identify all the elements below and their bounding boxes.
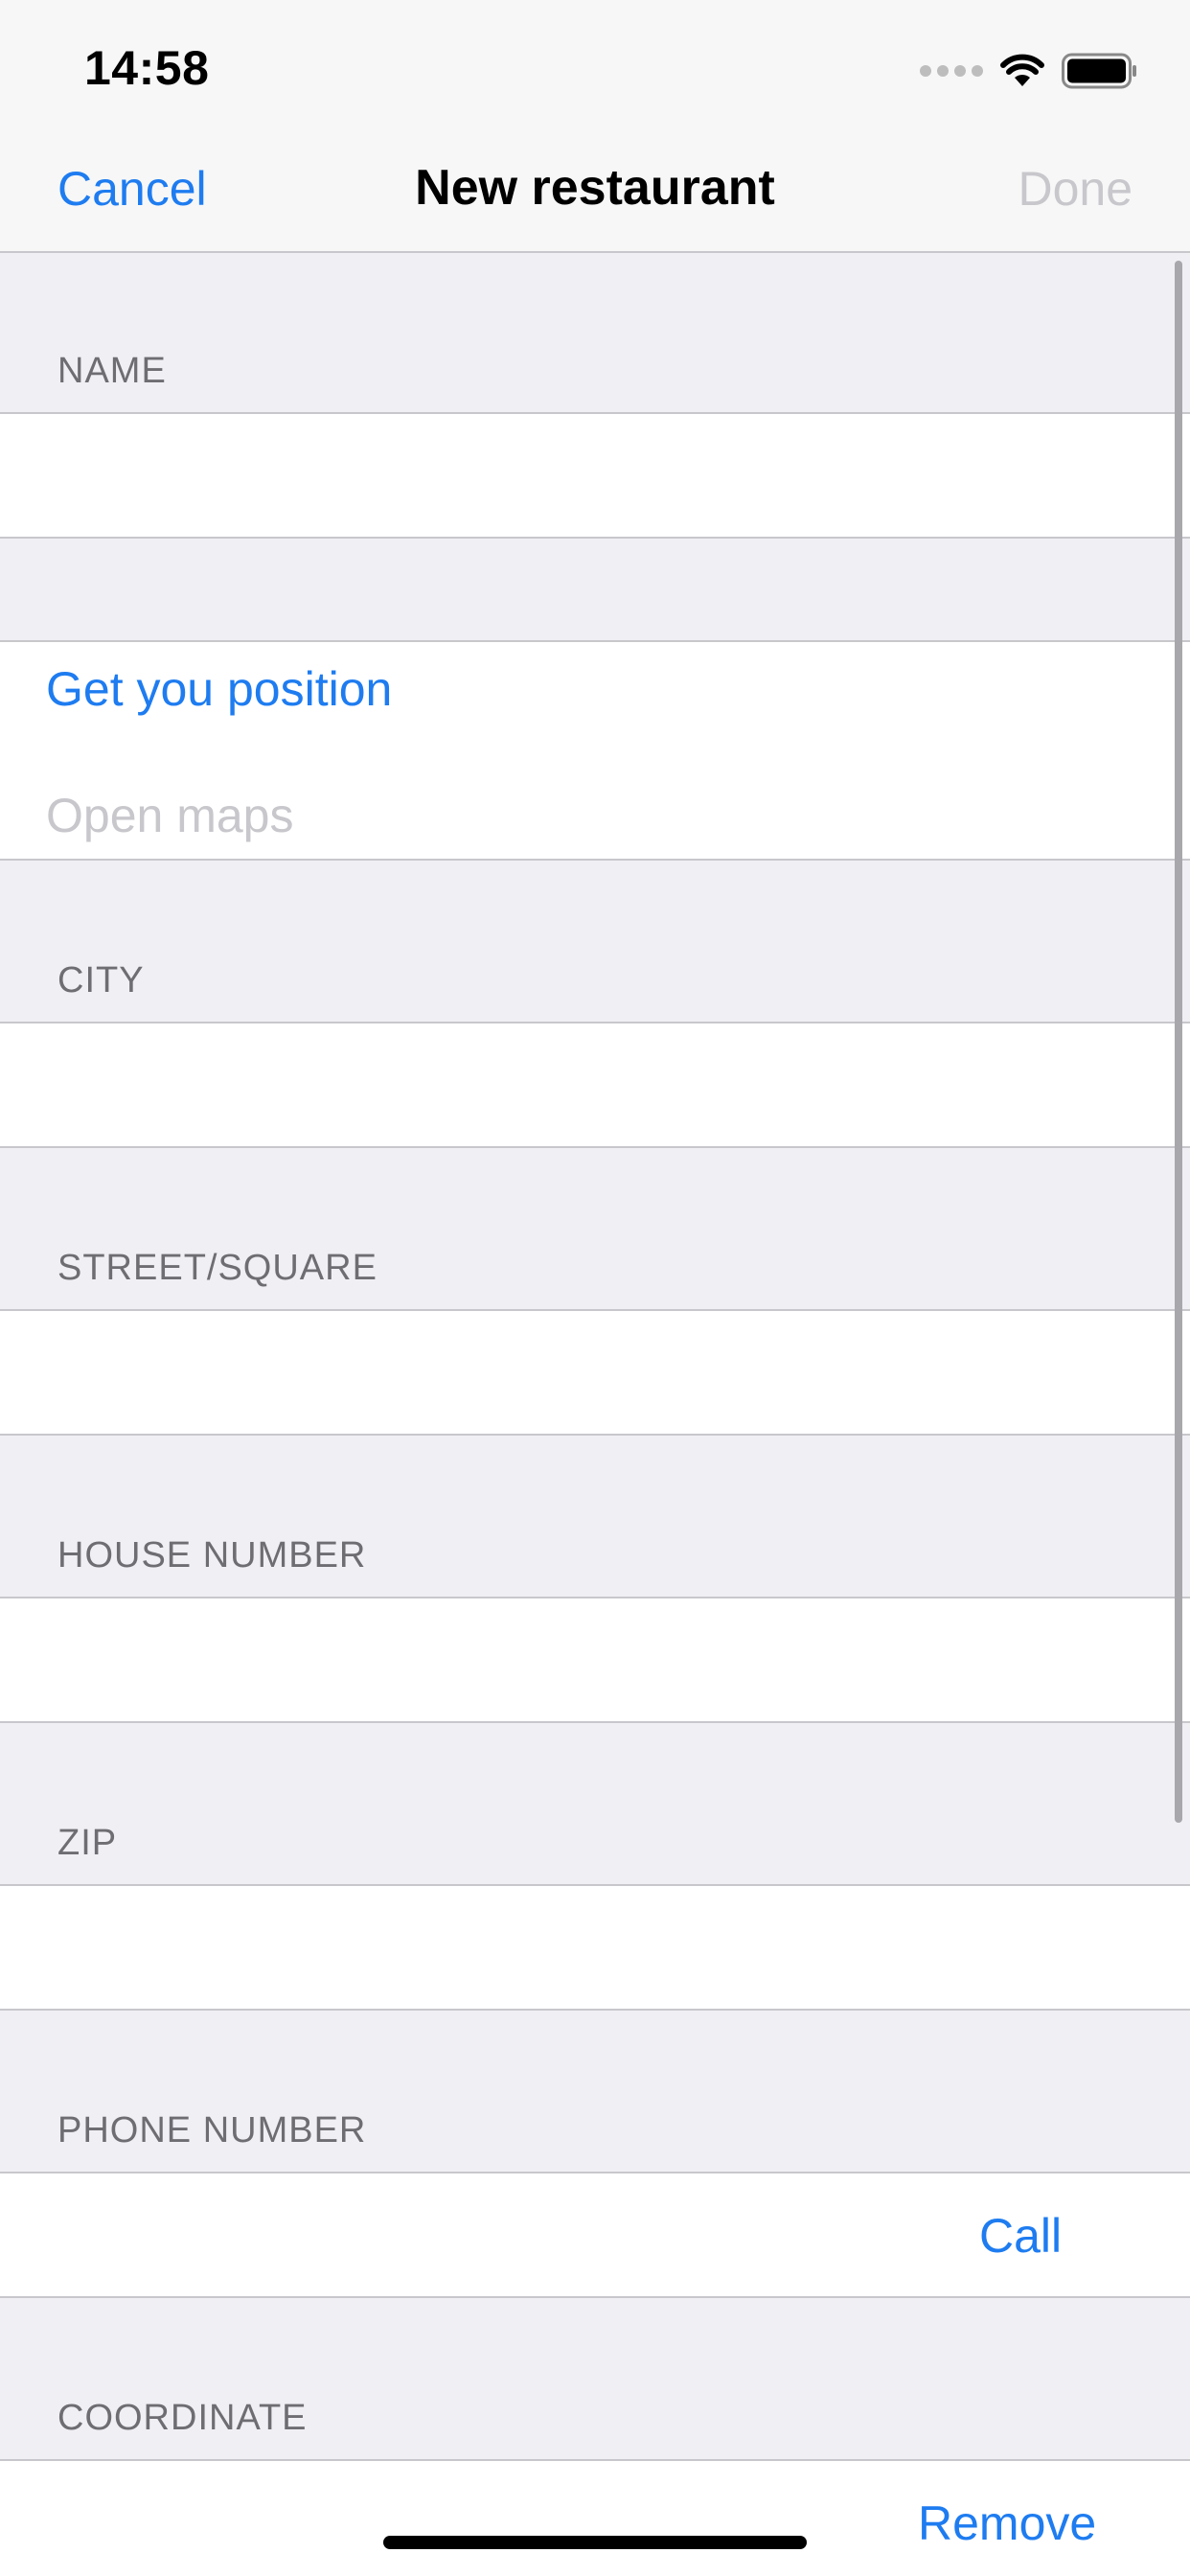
page-title: New restaurant [415,160,775,216]
street-cell [0,1309,1190,1436]
home-indicator[interactable] [383,2536,807,2549]
house-number-field[interactable] [57,1598,924,1723]
phone-number-field[interactable] [57,2174,924,2298]
section-header-zip: ZIP [57,1823,118,1863]
wifi-icon [1000,54,1044,86]
done-button[interactable]: Done [1018,161,1133,217]
navigation-bar: 14:58 Cancel New restaurant Done [0,0,1190,253]
battery-icon [1062,53,1136,89]
get-position-button[interactable]: Get you position [46,661,392,717]
section-header-street: STREET/SQUARE [57,1248,378,1288]
signal-icon [920,65,983,77]
section-header-phone-number: PHONE NUMBER [57,2110,367,2150]
name-field[interactable] [57,414,924,539]
scroll-indicator[interactable] [1175,261,1182,1823]
coordinate-cell: Remove [0,2459,1190,2576]
screen: 14:58 Cancel New restaurant Done NAME Ge… [0,0,1190,2576]
open-maps-button[interactable]: Open maps [46,788,293,843]
section-header-city: CITY [57,960,145,1000]
phone-number-cell: Call [0,2172,1190,2298]
city-cell [0,1022,1190,1148]
position-cell: Get you position Open maps [0,640,1190,861]
zip-cell [0,1884,1190,2011]
street-field[interactable] [57,1311,924,1436]
section-header-house-number: HOUSE NUMBER [57,1535,367,1576]
remove-button[interactable]: Remove [918,2496,1096,2551]
status-icons [920,50,1138,92]
name-cell [0,412,1190,539]
status-time: 14:58 [84,41,210,95]
section-header-coordinate: COORDINATE [57,2398,308,2438]
city-field[interactable] [57,1024,924,1148]
house-number-cell [0,1597,1190,1723]
section-header-name: NAME [57,351,167,391]
call-button[interactable]: Call [979,2208,1062,2264]
zip-field[interactable] [57,1886,924,2011]
